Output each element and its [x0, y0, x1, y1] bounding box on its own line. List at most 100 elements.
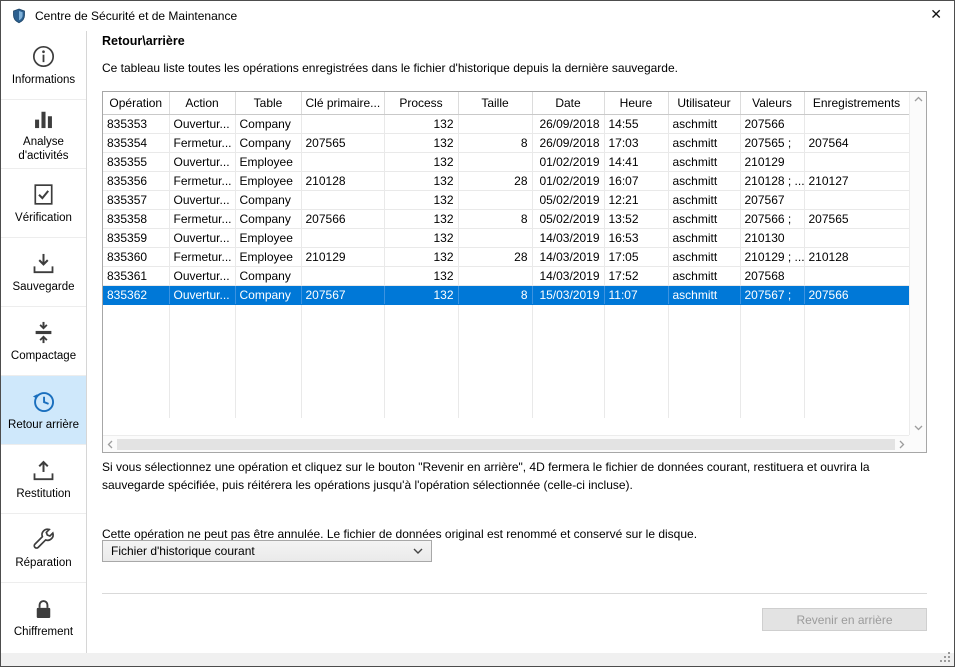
table-cell: 132 — [384, 190, 458, 209]
table-cell: 14/03/2019 — [532, 228, 604, 247]
backup-download-icon — [30, 250, 57, 278]
table-cell: 207564 — [804, 133, 909, 152]
table-cell — [301, 152, 384, 171]
sidebar-item-label: Restitution — [16, 488, 70, 502]
table-cell: aschmitt — [668, 209, 740, 228]
log-source-value: Fichier d'historique courant — [111, 544, 255, 558]
table-cell: aschmitt — [668, 114, 740, 133]
table-cell: Ouvertur... — [169, 152, 235, 171]
table-cell: 26/09/2018 — [532, 114, 604, 133]
sidebar: InformationsAnalyse d'activitésVérificat… — [1, 31, 87, 653]
sidebar-item-compactage[interactable]: Compactage — [1, 307, 86, 376]
table-cell: Company — [235, 133, 301, 152]
compact-icon — [30, 319, 57, 347]
column-header-user[interactable]: Utilisateur — [668, 92, 740, 114]
table-cell: 05/02/2019 — [532, 190, 604, 209]
table-cell — [804, 228, 909, 247]
window-title: Centre de Sécurité et de Maintenance — [35, 9, 237, 23]
table-cell: 835354 — [103, 133, 169, 152]
table-row[interactable]: 835355Ouvertur...Employee13201/02/201914… — [103, 152, 909, 171]
column-header-process[interactable]: Process — [384, 92, 458, 114]
column-header-table[interactable]: Table — [235, 92, 301, 114]
table-cell: Employee — [235, 228, 301, 247]
table-cell: 207565 — [301, 133, 384, 152]
table-cell: 207566 — [740, 114, 804, 133]
table-row[interactable]: 835359Ouvertur...Employee13214/03/201916… — [103, 228, 909, 247]
table-cell: 17:03 — [604, 133, 668, 152]
vertical-scrollbar[interactable] — [909, 92, 926, 435]
table-cell: 8 — [458, 285, 532, 304]
table-cell: Ouvertur... — [169, 285, 235, 304]
column-header-action[interactable]: Action — [169, 92, 235, 114]
table-cell: Employee — [235, 171, 301, 190]
table-cell: 17:05 — [604, 247, 668, 266]
horizontal-scrollbar[interactable] — [103, 435, 909, 452]
table-row[interactable]: 835357Ouvertur...Company13205/02/201912:… — [103, 190, 909, 209]
table-row[interactable]: 835361Ouvertur...Company13214/03/201917:… — [103, 266, 909, 285]
column-header-values[interactable]: Valeurs — [740, 92, 804, 114]
table-cell — [458, 152, 532, 171]
scroll-up-icon[interactable] — [914, 96, 923, 102]
table-cell: Company — [235, 209, 301, 228]
table-cell: 207565 ; — [740, 133, 804, 152]
table-cell: 132 — [384, 266, 458, 285]
table-cell: 210128 — [804, 247, 909, 266]
table-cell: Company — [235, 114, 301, 133]
sidebar-item-analyse-activites[interactable]: Analyse d'activités — [1, 100, 86, 169]
resize-grip[interactable] — [940, 652, 951, 663]
column-header-time[interactable]: Heure — [604, 92, 668, 114]
table-cell: 835356 — [103, 171, 169, 190]
wrench-icon — [30, 526, 57, 554]
table-cell: 26/09/2018 — [532, 133, 604, 152]
table-cell: Fermetur... — [169, 133, 235, 152]
table-cell — [804, 114, 909, 133]
table-empty-row — [103, 304, 909, 323]
sidebar-item-label: Compactage — [11, 350, 76, 364]
app-window: Centre de Sécurité et de Maintenance ✕ I… — [0, 0, 955, 667]
column-header-operation[interactable]: Opération — [103, 92, 169, 114]
column-header-size[interactable]: Taille — [458, 92, 532, 114]
table-cell: 132 — [384, 171, 458, 190]
main-content: Retour\arrière Ce tableau liste toutes l… — [88, 31, 954, 653]
table-row[interactable]: 835360Fermetur...Employee2101291322814/0… — [103, 247, 909, 266]
table-row[interactable]: 835354Fermetur...Company207565132826/09/… — [103, 133, 909, 152]
column-header-primary-key[interactable]: Clé primaire... — [301, 92, 384, 114]
table-cell: aschmitt — [668, 152, 740, 171]
table-cell: 207566 — [804, 285, 909, 304]
sidebar-item-chiffrement[interactable]: Chiffrement — [1, 583, 86, 652]
scroll-down-icon[interactable] — [914, 425, 923, 431]
titlebar[interactable]: Centre de Sécurité et de Maintenance ✕ — [1, 1, 954, 31]
table-cell: aschmitt — [668, 190, 740, 209]
table-cell: 8 — [458, 133, 532, 152]
table-cell: Company — [235, 266, 301, 285]
close-icon[interactable]: ✕ — [930, 7, 942, 21]
table-row[interactable]: 835356Fermetur...Employee2101281322801/0… — [103, 171, 909, 190]
table-cell: aschmitt — [668, 247, 740, 266]
sidebar-item-informations[interactable]: Informations — [1, 31, 86, 100]
table-cell: 16:53 — [604, 228, 668, 247]
sidebar-item-verification[interactable]: Vérification — [1, 169, 86, 238]
sidebar-item-label: Retour arrière — [8, 419, 79, 433]
scroll-left-icon[interactable] — [107, 440, 113, 449]
sidebar-item-restitution[interactable]: Restitution — [1, 445, 86, 514]
sidebar-item-retour-arriere[interactable]: Retour arrière — [1, 376, 86, 445]
table-cell: 210130 — [740, 228, 804, 247]
scrollbar-corner — [909, 435, 926, 452]
scrollbar-thumb[interactable] — [117, 439, 895, 450]
table-cell: Company — [235, 190, 301, 209]
table-cell: 210129 — [301, 247, 384, 266]
log-source-select[interactable]: Fichier d'historique courant — [102, 540, 432, 562]
column-header-records[interactable]: Enregistrements — [804, 92, 909, 114]
table-viewport: OpérationActionTableClé primaire...Proce… — [103, 92, 909, 435]
sidebar-item-sauvegarde[interactable]: Sauvegarde — [1, 238, 86, 307]
table-row[interactable]: 835358Fermetur...Company207566132805/02/… — [103, 209, 909, 228]
table-row[interactable]: 835362Ouvertur...Company207567132815/03/… — [103, 285, 909, 304]
column-header-date[interactable]: Date — [532, 92, 604, 114]
table-cell: 14/03/2019 — [532, 266, 604, 285]
table-row[interactable]: 835353Ouvertur...Company13226/09/201814:… — [103, 114, 909, 133]
sidebar-item-reparation[interactable]: Réparation — [1, 514, 86, 583]
scroll-right-icon[interactable] — [899, 440, 905, 449]
table-cell: 132 — [384, 228, 458, 247]
table-cell: 835359 — [103, 228, 169, 247]
rollback-button[interactable]: Revenir en arrière — [762, 608, 927, 631]
